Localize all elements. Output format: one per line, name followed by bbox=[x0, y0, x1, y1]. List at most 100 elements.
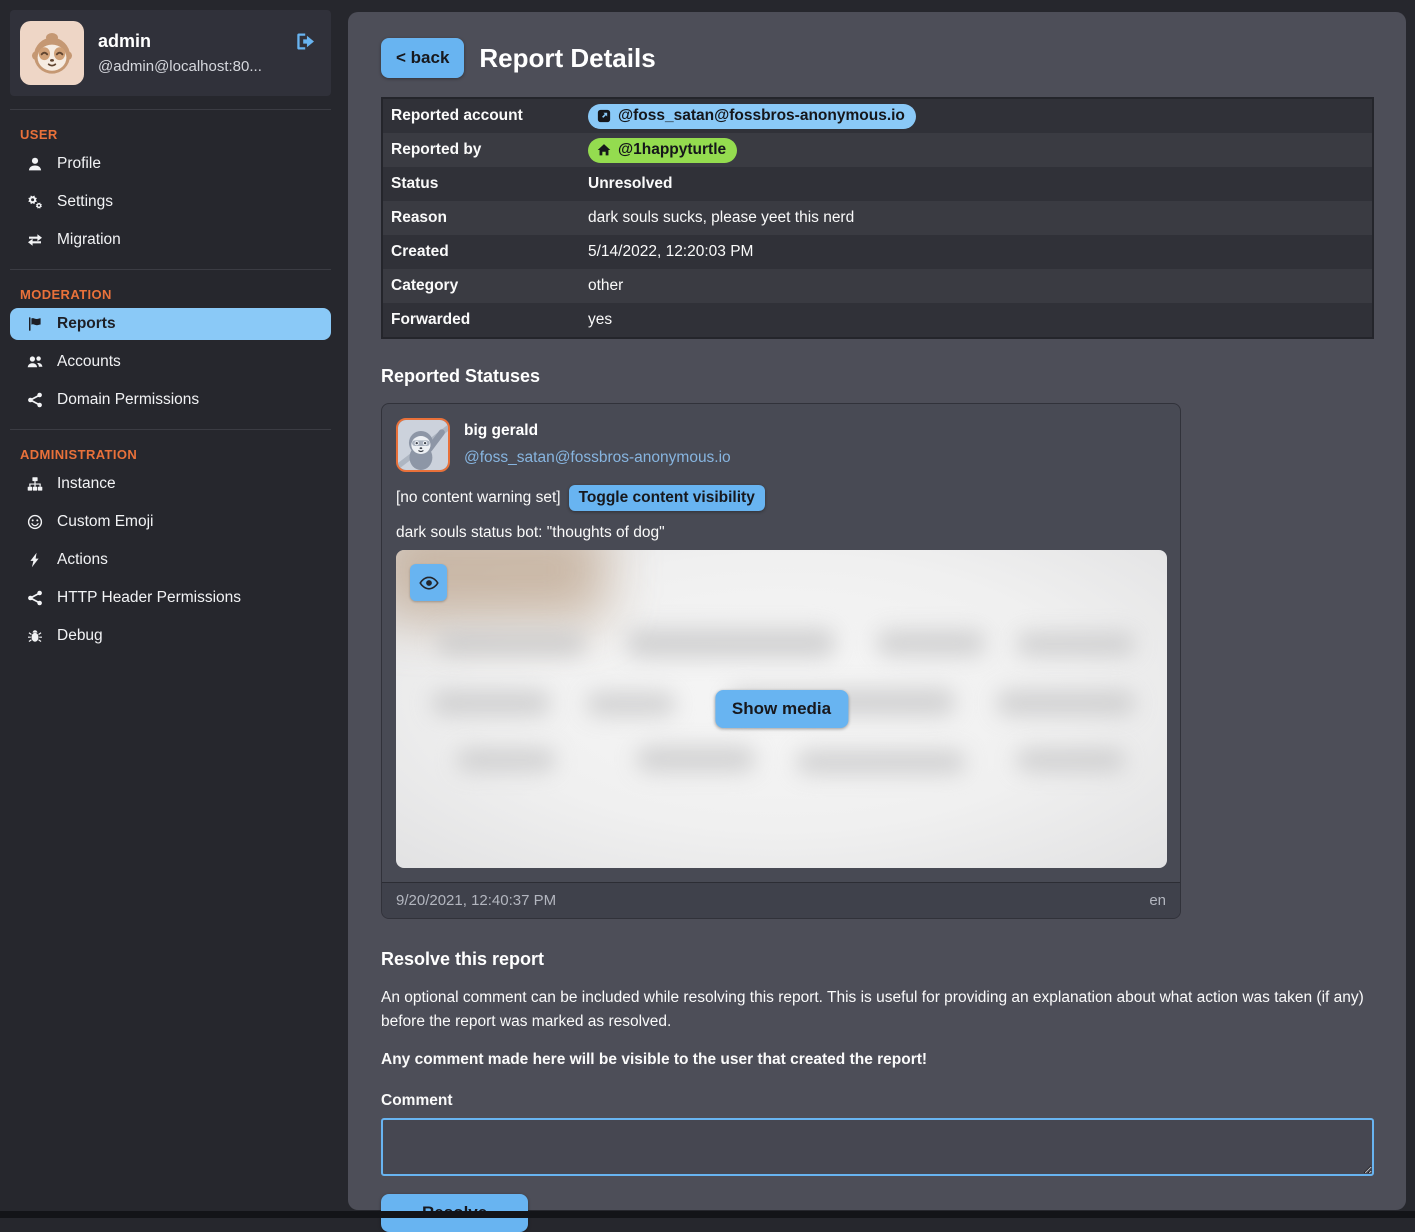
status-author-avatar bbox=[396, 418, 450, 472]
reported-by-pill[interactable]: @1happyturtle bbox=[588, 138, 737, 163]
bug-icon bbox=[27, 628, 43, 644]
report-row-reported-by: Reported by @1happyturtle bbox=[383, 133, 1372, 167]
sidebar-item-label: Instance bbox=[57, 475, 116, 493]
status-media-blurred[interactable]: Show media bbox=[396, 550, 1167, 868]
logout-button[interactable] bbox=[294, 30, 317, 56]
gears-icon bbox=[27, 194, 43, 210]
report-field-value: @1happyturtle bbox=[588, 134, 1372, 167]
report-row-category: Categoryother bbox=[383, 269, 1372, 303]
sidebar-item-http-header-permissions[interactable]: HTTP Header Permissions bbox=[10, 582, 331, 614]
sidebar-item-custom-emoji[interactable]: Custom Emoji bbox=[10, 506, 331, 538]
status-text: dark souls status bot: "thoughts of dog" bbox=[396, 524, 1166, 542]
share-nodes-icon bbox=[27, 590, 43, 606]
blur-blob bbox=[1016, 632, 1136, 656]
sidebar-nav: USER Profile Settings Migration MODERATION Re… bbox=[10, 109, 338, 652]
flag-icon bbox=[27, 316, 43, 332]
hide-media-eye-button[interactable] bbox=[410, 564, 447, 601]
blur-blob bbox=[431, 690, 551, 716]
bottom-bar bbox=[0, 1211, 1415, 1218]
reported-account-pill[interactable]: @foss_satan@fossbros-anonymous.io bbox=[588, 104, 916, 129]
toggle-content-visibility-button[interactable]: Toggle content visibility bbox=[569, 485, 765, 511]
resolve-heading: Resolve this report bbox=[381, 949, 1373, 970]
sidebar-item-label: Custom Emoji bbox=[57, 513, 153, 531]
sidebar-item-domain-permissions[interactable]: Domain Permissions bbox=[10, 384, 331, 416]
sidebar-item-migration[interactable]: Migration bbox=[10, 224, 331, 256]
content-warning-note: [no content warning set] bbox=[396, 489, 561, 507]
sidebar-item-accounts[interactable]: Accounts bbox=[10, 346, 331, 378]
eye-icon bbox=[419, 573, 439, 593]
page-header: < back Report Details bbox=[381, 38, 1373, 78]
comment-label: Comment bbox=[381, 1092, 1373, 1110]
sidebar-item-settings[interactable]: Settings bbox=[10, 186, 331, 218]
sidebar-divider bbox=[10, 109, 331, 110]
report-field-label: Reported by bbox=[383, 141, 588, 159]
sidebar-divider bbox=[10, 269, 331, 270]
pill-text: @foss_satan@fossbros-anonymous.io bbox=[618, 107, 905, 125]
report-field-label: Created bbox=[383, 243, 588, 261]
blur-blob bbox=[996, 690, 1136, 716]
report-field-value: yes bbox=[588, 307, 1372, 333]
report-table: Reported account @foss_satan@fossbros-ano… bbox=[381, 97, 1374, 339]
transfer-icon bbox=[27, 232, 43, 248]
report-field-label: Category bbox=[383, 277, 588, 295]
blur-blob bbox=[586, 692, 676, 716]
blur-blob bbox=[876, 630, 986, 656]
share-nodes-icon bbox=[27, 392, 43, 408]
sitemap-icon bbox=[27, 476, 43, 492]
sidebar-section-label: MODERATION bbox=[20, 287, 338, 302]
report-row-reason: Reasondark souls sucks, please yeet this… bbox=[383, 201, 1372, 235]
sidebar-divider bbox=[10, 429, 331, 430]
sidebar-item-label: HTTP Header Permissions bbox=[57, 589, 241, 607]
user-handle: @admin@localhost:80... bbox=[98, 58, 280, 75]
blur-blob bbox=[796, 750, 966, 774]
bolt-icon bbox=[27, 552, 43, 568]
sidebar-item-label: Actions bbox=[57, 551, 108, 569]
admin-avatar bbox=[20, 21, 84, 85]
sidebar-item-label: Migration bbox=[57, 231, 121, 249]
sidebar-item-reports[interactable]: Reports bbox=[10, 308, 331, 340]
status-author-name: big gerald bbox=[464, 422, 731, 440]
sidebar-item-label: Settings bbox=[57, 193, 113, 211]
report-row-created: Created5/14/2022, 12:20:03 PM bbox=[383, 235, 1372, 269]
user-icon bbox=[27, 156, 43, 172]
page-title: Report Details bbox=[479, 43, 655, 74]
status-author-handle[interactable]: @foss_satan@fossbros-anonymous.io bbox=[464, 449, 731, 467]
report-field-value: @foss_satan@fossbros-anonymous.io bbox=[588, 100, 1372, 133]
resolve-section: Resolve this report An optional comment … bbox=[381, 949, 1373, 1232]
sidebar: admin @admin@localhost:80... USER Profile… bbox=[0, 0, 348, 1218]
main-panel: < back Report Details Reported account @f… bbox=[348, 12, 1406, 1210]
report-field-value: dark souls sucks, please yeet this nerd bbox=[588, 205, 1372, 231]
report-field-label: Status bbox=[383, 175, 588, 193]
user-card[interactable]: admin @admin@localhost:80... bbox=[10, 10, 331, 96]
sidebar-section-label: USER bbox=[20, 127, 338, 142]
sidebar-item-profile[interactable]: Profile bbox=[10, 148, 331, 180]
sidebar-item-debug[interactable]: Debug bbox=[10, 620, 331, 652]
status-card: big gerald @foss_satan@fossbros-anonymou… bbox=[381, 403, 1181, 919]
comment-input[interactable] bbox=[381, 1118, 1374, 1176]
report-field-value: other bbox=[588, 273, 1372, 299]
report-field-label: Forwarded bbox=[383, 311, 588, 329]
sidebar-item-label: Profile bbox=[57, 155, 101, 173]
report-field-label: Reported account bbox=[383, 107, 588, 125]
report-field-value: Unresolved bbox=[588, 171, 1372, 197]
sign-out-icon bbox=[294, 30, 317, 53]
status-language: en bbox=[1149, 892, 1166, 909]
home-icon bbox=[597, 143, 611, 157]
sidebar-item-label: Accounts bbox=[57, 353, 121, 371]
report-field-label: Reason bbox=[383, 209, 588, 227]
sidebar-item-actions[interactable]: Actions bbox=[10, 544, 331, 576]
sidebar-item-instance[interactable]: Instance bbox=[10, 468, 331, 500]
report-row-reported-account: Reported account @foss_satan@fossbros-ano… bbox=[383, 99, 1372, 133]
sidebar-item-label: Domain Permissions bbox=[57, 391, 199, 409]
back-button[interactable]: < back bbox=[381, 38, 464, 78]
pill-text: @1happyturtle bbox=[618, 141, 726, 159]
blur-blob bbox=[456, 748, 556, 772]
external-link-icon bbox=[597, 109, 611, 123]
smile-icon bbox=[27, 514, 43, 530]
users-icon bbox=[27, 354, 43, 370]
sidebar-section-label: ADMINISTRATION bbox=[20, 447, 338, 462]
blur-blob bbox=[636, 746, 756, 772]
report-row-forwarded: Forwardedyes bbox=[383, 303, 1372, 337]
reported-statuses-heading: Reported Statuses bbox=[381, 366, 1373, 387]
show-media-button[interactable]: Show media bbox=[715, 690, 848, 728]
